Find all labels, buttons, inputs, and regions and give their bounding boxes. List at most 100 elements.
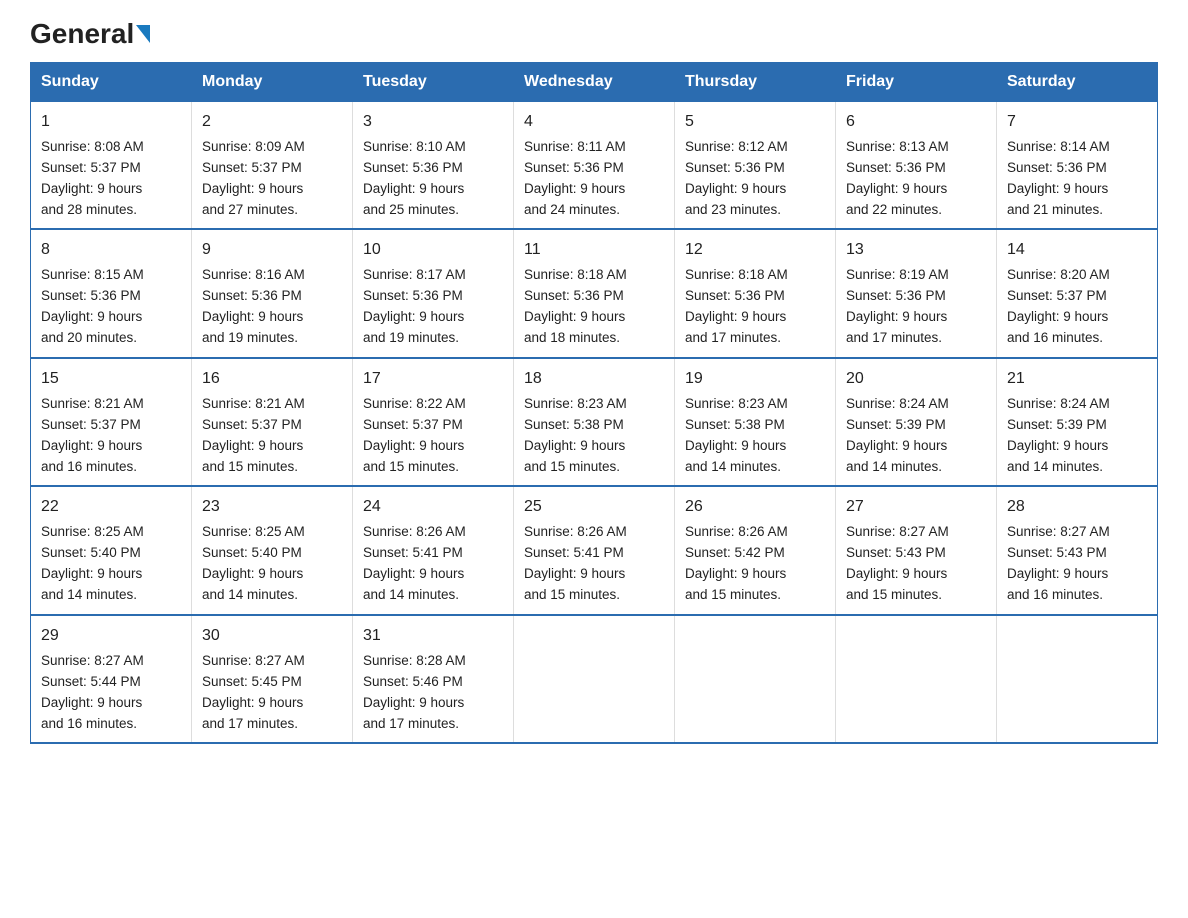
calendar-cell: 13 Sunrise: 8:19 AMSunset: 5:36 PMDayligh… xyxy=(836,229,997,357)
day-info: Sunrise: 8:26 AMSunset: 5:42 PMDaylight:… xyxy=(685,524,788,602)
day-info: Sunrise: 8:27 AMSunset: 5:45 PMDaylight:… xyxy=(202,653,305,731)
day-number: 6 xyxy=(846,110,986,135)
logo: General xyxy=(30,20,150,44)
calendar-week-2: 8 Sunrise: 8:15 AMSunset: 5:36 PMDaylight… xyxy=(31,229,1158,357)
day-info: Sunrise: 8:26 AMSunset: 5:41 PMDaylight:… xyxy=(524,524,627,602)
day-info: Sunrise: 8:10 AMSunset: 5:36 PMDaylight:… xyxy=(363,139,466,217)
day-info: Sunrise: 8:19 AMSunset: 5:36 PMDaylight:… xyxy=(846,267,949,345)
day-number: 31 xyxy=(363,624,503,649)
calendar-cell: 29Sunrise: 8:27 AMSunset: 5:44 PMDayligh… xyxy=(31,615,192,743)
day-number: 13 xyxy=(846,238,986,263)
day-info: Sunrise: 8:16 AMSunset: 5:36 PMDaylight:… xyxy=(202,267,305,345)
calendar-week-4: 22 Sunrise: 8:25 AMSunset: 5:40 PMDayligh… xyxy=(31,486,1158,614)
day-info: Sunrise: 8:17 AMSunset: 5:36 PMDaylight:… xyxy=(363,267,466,345)
day-number: 14 xyxy=(1007,238,1147,263)
day-number: 18 xyxy=(524,367,664,392)
calendar-cell: 26 Sunrise: 8:26 AMSunset: 5:42 PMDayligh… xyxy=(675,486,836,614)
col-header-tuesday: Tuesday xyxy=(353,63,514,102)
logo-general: General xyxy=(30,18,134,49)
day-number: 10 xyxy=(363,238,503,263)
day-number: 12 xyxy=(685,238,825,263)
day-info: Sunrise: 8:20 AMSunset: 5:37 PMDaylight:… xyxy=(1007,267,1110,345)
calendar-cell xyxy=(514,615,675,743)
day-info: Sunrise: 8:08 AMSunset: 5:37 PMDaylight:… xyxy=(41,139,144,217)
calendar-cell: 15Sunrise: 8:21 AMSunset: 5:37 PMDayligh… xyxy=(31,358,192,486)
day-number: 24 xyxy=(363,495,503,520)
day-info: Sunrise: 8:22 AMSunset: 5:37 PMDaylight:… xyxy=(363,396,466,474)
calendar-cell: 28 Sunrise: 8:27 AMSunset: 5:43 PMDayligh… xyxy=(997,486,1158,614)
day-number: 11 xyxy=(524,238,664,263)
calendar-cell: 3 Sunrise: 8:10 AMSunset: 5:36 PMDaylight… xyxy=(353,102,514,230)
day-number: 5 xyxy=(685,110,825,135)
day-number: 26 xyxy=(685,495,825,520)
day-number: 30 xyxy=(202,624,342,649)
page-header: General xyxy=(30,20,1158,44)
day-info: Sunrise: 8:09 AMSunset: 5:37 PMDaylight:… xyxy=(202,139,305,217)
calendar-cell: 11 Sunrise: 8:18 AMSunset: 5:36 PMDayligh… xyxy=(514,229,675,357)
day-info: Sunrise: 8:25 AMSunset: 5:40 PMDaylight:… xyxy=(202,524,305,602)
day-number: 3 xyxy=(363,110,503,135)
day-info: Sunrise: 8:27 AMSunset: 5:43 PMDaylight:… xyxy=(846,524,949,602)
calendar-cell: 2 Sunrise: 8:09 AMSunset: 5:37 PMDaylight… xyxy=(192,102,353,230)
calendar-cell: 14 Sunrise: 8:20 AMSunset: 5:37 PMDayligh… xyxy=(997,229,1158,357)
day-number: 25 xyxy=(524,495,664,520)
logo-arrow-icon xyxy=(136,25,150,43)
calendar-cell: 8 Sunrise: 8:15 AMSunset: 5:36 PMDaylight… xyxy=(31,229,192,357)
day-info: Sunrise: 8:21 AMSunset: 5:37 PMDaylight:… xyxy=(41,396,144,474)
calendar-table: SundayMondayTuesdayWednesdayThursdayFrid… xyxy=(30,62,1158,744)
col-header-sunday: Sunday xyxy=(31,63,192,102)
day-info: Sunrise: 8:24 AMSunset: 5:39 PMDaylight:… xyxy=(846,396,949,474)
day-number: 8 xyxy=(41,238,181,263)
calendar-cell: 19Sunrise: 8:23 AMSunset: 5:38 PMDayligh… xyxy=(675,358,836,486)
day-number: 1 xyxy=(41,110,181,135)
day-info: Sunrise: 8:11 AMSunset: 5:36 PMDaylight:… xyxy=(524,139,626,217)
col-header-thursday: Thursday xyxy=(675,63,836,102)
day-number: 4 xyxy=(524,110,664,135)
day-info: Sunrise: 8:24 AMSunset: 5:39 PMDaylight:… xyxy=(1007,396,1110,474)
logo-top: General xyxy=(30,20,150,48)
calendar-cell xyxy=(675,615,836,743)
calendar-week-1: 1 Sunrise: 8:08 AMSunset: 5:37 PMDaylight… xyxy=(31,102,1158,230)
calendar-cell xyxy=(997,615,1158,743)
calendar-cell: 20 Sunrise: 8:24 AMSunset: 5:39 PMDayligh… xyxy=(836,358,997,486)
day-number: 23 xyxy=(202,495,342,520)
col-header-saturday: Saturday xyxy=(997,63,1158,102)
day-number: 2 xyxy=(202,110,342,135)
day-number: 27 xyxy=(846,495,986,520)
day-info: Sunrise: 8:27 AMSunset: 5:44 PMDaylight:… xyxy=(41,653,144,731)
col-header-wednesday: Wednesday xyxy=(514,63,675,102)
calendar-cell: 22 Sunrise: 8:25 AMSunset: 5:40 PMDayligh… xyxy=(31,486,192,614)
calendar-cell: 25 Sunrise: 8:26 AMSunset: 5:41 PMDayligh… xyxy=(514,486,675,614)
day-info: Sunrise: 8:27 AMSunset: 5:43 PMDaylight:… xyxy=(1007,524,1110,602)
calendar-cell: 21Sunrise: 8:24 AMSunset: 5:39 PMDayligh… xyxy=(997,358,1158,486)
day-number: 22 xyxy=(41,495,181,520)
day-info: Sunrise: 8:21 AMSunset: 5:37 PMDaylight:… xyxy=(202,396,305,474)
day-info: Sunrise: 8:12 AMSunset: 5:36 PMDaylight:… xyxy=(685,139,788,217)
calendar-cell: 10 Sunrise: 8:17 AMSunset: 5:36 PMDayligh… xyxy=(353,229,514,357)
day-number: 16 xyxy=(202,367,342,392)
col-header-monday: Monday xyxy=(192,63,353,102)
day-number: 9 xyxy=(202,238,342,263)
calendar-cell: 23 Sunrise: 8:25 AMSunset: 5:40 PMDayligh… xyxy=(192,486,353,614)
calendar-cell: 31Sunrise: 8:28 AMSunset: 5:46 PMDayligh… xyxy=(353,615,514,743)
day-number: 20 xyxy=(846,367,986,392)
day-info: Sunrise: 8:18 AMSunset: 5:36 PMDaylight:… xyxy=(685,267,788,345)
calendar-cell: 5 Sunrise: 8:12 AMSunset: 5:36 PMDaylight… xyxy=(675,102,836,230)
calendar-cell: 12 Sunrise: 8:18 AMSunset: 5:36 PMDayligh… xyxy=(675,229,836,357)
calendar-week-3: 15Sunrise: 8:21 AMSunset: 5:37 PMDayligh… xyxy=(31,358,1158,486)
day-number: 19 xyxy=(685,367,825,392)
calendar-cell: 18Sunrise: 8:23 AMSunset: 5:38 PMDayligh… xyxy=(514,358,675,486)
day-info: Sunrise: 8:18 AMSunset: 5:36 PMDaylight:… xyxy=(524,267,627,345)
day-info: Sunrise: 8:15 AMSunset: 5:36 PMDaylight:… xyxy=(41,267,144,345)
calendar-cell: 17Sunrise: 8:22 AMSunset: 5:37 PMDayligh… xyxy=(353,358,514,486)
calendar-cell: 9 Sunrise: 8:16 AMSunset: 5:36 PMDaylight… xyxy=(192,229,353,357)
day-info: Sunrise: 8:14 AMSunset: 5:36 PMDaylight:… xyxy=(1007,139,1110,217)
col-header-friday: Friday xyxy=(836,63,997,102)
day-number: 28 xyxy=(1007,495,1147,520)
calendar-header: SundayMondayTuesdayWednesdayThursdayFrid… xyxy=(31,63,1158,102)
day-number: 7 xyxy=(1007,110,1147,135)
day-info: Sunrise: 8:25 AMSunset: 5:40 PMDaylight:… xyxy=(41,524,144,602)
calendar-cell: 4 Sunrise: 8:11 AMSunset: 5:36 PMDaylight… xyxy=(514,102,675,230)
calendar-cell: 30 Sunrise: 8:27 AMSunset: 5:45 PMDayligh… xyxy=(192,615,353,743)
calendar-cell xyxy=(836,615,997,743)
